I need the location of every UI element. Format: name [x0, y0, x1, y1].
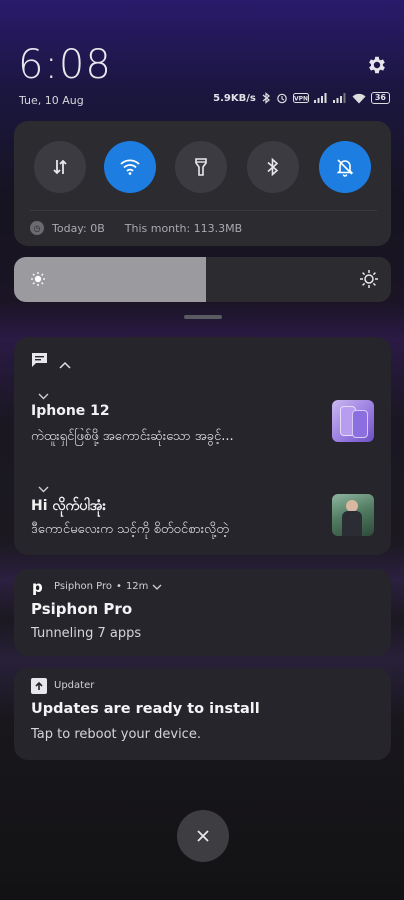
settings-gear-icon[interactable] [366, 54, 388, 76]
brightness-high-icon [360, 270, 378, 288]
alarm-icon [277, 93, 287, 104]
psiphon-time: 12m [125, 581, 149, 592]
quick-settings-panel: ◷ Today: 0B This month: 113.3MB [14, 121, 391, 246]
message-text: ဒီကောင်မလေးက သင့်ကို စိတ်ဝင်စားလို့တဲ့ [31, 522, 229, 537]
message-app-icon [31, 352, 48, 372]
clear-all-button[interactable] [177, 810, 229, 862]
psiphon-meta: Psiphon Pro • 12m [54, 581, 162, 592]
psiphon-logo-icon: p [32, 578, 43, 596]
expand-chevron-icon[interactable] [38, 385, 49, 404]
data-arrows-icon [53, 159, 67, 175]
wifi-status-icon [352, 93, 366, 103]
update-icon [31, 678, 47, 694]
wifi-icon [120, 159, 140, 175]
data-today: Today: 0B [52, 221, 105, 235]
bluetooth-status-icon [262, 92, 270, 104]
psiphon-title: Psiphon Pro [31, 600, 133, 618]
data-usage-row[interactable]: ◷ Today: 0B This month: 113.3MB [30, 221, 242, 235]
close-icon [197, 830, 209, 842]
date[interactable]: Tue, 10 Aug [19, 94, 84, 107]
collapse-chevron-icon[interactable] [59, 354, 71, 373]
psiphon-app-name: Psiphon Pro [54, 581, 113, 592]
expand-chevron-icon[interactable] [38, 478, 49, 497]
qs-divider [30, 210, 377, 211]
flashlight-icon [195, 158, 207, 176]
updater-text: Tap to reboot your device. [31, 727, 201, 742]
profile-thumbnail [332, 494, 374, 536]
updater-app-name: Updater [54, 680, 95, 691]
data-month: This month: 113.3MB [124, 221, 243, 235]
svg-text:VPN: VPN [294, 96, 308, 103]
status-icons: 5.9KB/s VPN 36 [213, 92, 390, 104]
brightness-low-icon [31, 272, 45, 286]
bell-off-icon [336, 159, 354, 177]
bluetooth-icon [267, 157, 279, 177]
volte-icon: VPN [292, 93, 309, 103]
clock[interactable]: 6:08 [18, 42, 112, 88]
psiphon-notification[interactable]: p Psiphon Pro • 12m Psiphon Pro Tunnelin… [14, 569, 391, 656]
message-title: Hi လိုက်ပါအုံး [31, 498, 107, 514]
iphone-thumbnail [332, 400, 374, 442]
message-title: Iphone 12 [31, 403, 110, 419]
updater-title: Updates are ready to install [31, 701, 260, 717]
expand-chevron-icon[interactable] [152, 584, 162, 590]
message-text: ကဲထူးရှင်ဖြစ်ဖို့ အကောင်းဆုံးသော အခွင့်.… [31, 429, 234, 444]
meta-separator: • [116, 581, 122, 592]
flashlight-toggle[interactable] [175, 141, 227, 193]
signal-1-icon [313, 93, 327, 103]
battery-level: 36 [374, 93, 386, 102]
bluetooth-toggle[interactable] [247, 141, 299, 193]
updater-notification[interactable]: Updater Updates are ready to install Tap… [14, 668, 391, 760]
battery-indicator: 36 [370, 92, 390, 104]
messages-notification-group[interactable]: Iphone 12 ကဲထူးရှင်ဖြစ်ဖို့ အကောင်းဆုံးသ… [14, 337, 391, 555]
mobile-data-toggle[interactable] [34, 141, 86, 193]
drag-handle[interactable] [184, 315, 222, 319]
data-usage-icon: ◷ [30, 221, 44, 235]
psiphon-text: Tunneling 7 apps [31, 626, 142, 641]
wifi-toggle[interactable] [104, 141, 156, 193]
network-speed: 5.9KB/s [213, 92, 256, 104]
silent-toggle[interactable] [319, 141, 371, 193]
signal-2-icon [332, 93, 346, 103]
brightness-slider[interactable] [14, 257, 391, 302]
